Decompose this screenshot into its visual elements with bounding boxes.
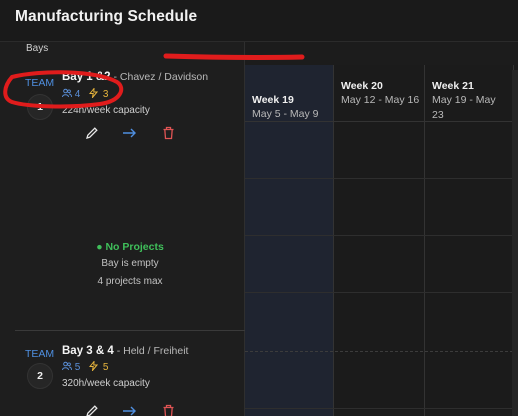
schedule-grid: Week 19 May 5 - May 9 Week 20 May 12 - M… [245, 65, 518, 416]
pencil-icon[interactable] [85, 404, 101, 416]
status-dot: ● [96, 241, 103, 253]
week-header: Week 19 May 5 - May 9 [252, 94, 319, 122]
week-column-current[interactable]: Week 19 May 5 - May 9 [245, 65, 334, 416]
grid-row-line [245, 292, 518, 293]
bay-capacity: 224h/week capacity [62, 105, 150, 116]
max-projects: 4 projects max [97, 276, 163, 287]
bay-name: Bay 1 &2 [62, 71, 111, 83]
week-range: May 12 - May 16 [341, 94, 420, 106]
people-count: 4 [74, 89, 81, 100]
bay-leads: - Held / Freiheit [113, 345, 189, 357]
bay-actions [85, 404, 205, 416]
week-range: May 5 - May 9 [252, 108, 319, 120]
grid-header-divider [245, 121, 518, 122]
grid-row-line [245, 235, 518, 236]
team-label: TEAM [25, 348, 55, 360]
bay-title: Bay 1 &2 - Chavez / Davidson [62, 71, 208, 83]
week-header: Week 21 May 19 - May 23 [432, 80, 510, 123]
bay-title: Bay 3 & 4 - Held / Freiheit [62, 345, 188, 357]
arrow-right-icon[interactable] [122, 126, 138, 142]
people-count: 5 [74, 362, 81, 373]
grid-scrollbar[interactable] [512, 70, 518, 416]
bolt-icon [89, 359, 101, 373]
grid-row-line [245, 408, 518, 409]
week-title: Week 21 [432, 80, 474, 92]
week-title: Week 19 [252, 94, 294, 106]
arrow-right-icon[interactable] [122, 404, 138, 416]
week-column[interactable]: Week 21 May 19 - May 23 [425, 65, 514, 416]
bay-number-badge: 2 [27, 363, 53, 389]
week-range: May 19 - May 23 [432, 94, 496, 121]
bay-name: Bay 3 & 4 [62, 345, 114, 357]
empty-message: Bay is empty [101, 258, 159, 269]
users-icon [62, 88, 75, 100]
bays-heading: Bays [26, 43, 49, 54]
week-column[interactable]: Week 20 May 12 - May 16 [334, 65, 425, 416]
bay-divider [15, 330, 245, 331]
bay-capacity: 320h/week capacity [62, 378, 150, 389]
bay-actions [85, 126, 205, 144]
users-icon [62, 361, 75, 373]
pencil-icon[interactable] [85, 126, 101, 142]
app-header: Manufacturing Schedule [0, 0, 518, 42]
team-label: TEAM [25, 77, 55, 89]
bolt-count: 3 [102, 89, 109, 100]
bolt-icon [89, 86, 101, 100]
trash-icon[interactable] [162, 126, 178, 142]
grid-bay-divider [245, 351, 518, 352]
trash-icon[interactable] [162, 404, 178, 416]
grid-row-line [245, 178, 518, 179]
bolt-count: 5 [102, 362, 109, 373]
page-title: Manufacturing Schedule [15, 8, 198, 25]
bay-stats: 5 5 [62, 359, 109, 373]
bay-stats: 4 3 [62, 86, 109, 100]
status-label: No Projects [105, 241, 164, 253]
week-title: Week 20 [341, 80, 383, 92]
week-header: Week 20 May 12 - May 16 [341, 80, 421, 108]
status-badge: ● No Projects [15, 241, 245, 253]
bay-number-badge: 1 [27, 94, 53, 120]
bay-leads: - Chavez / Davidson [110, 71, 209, 83]
